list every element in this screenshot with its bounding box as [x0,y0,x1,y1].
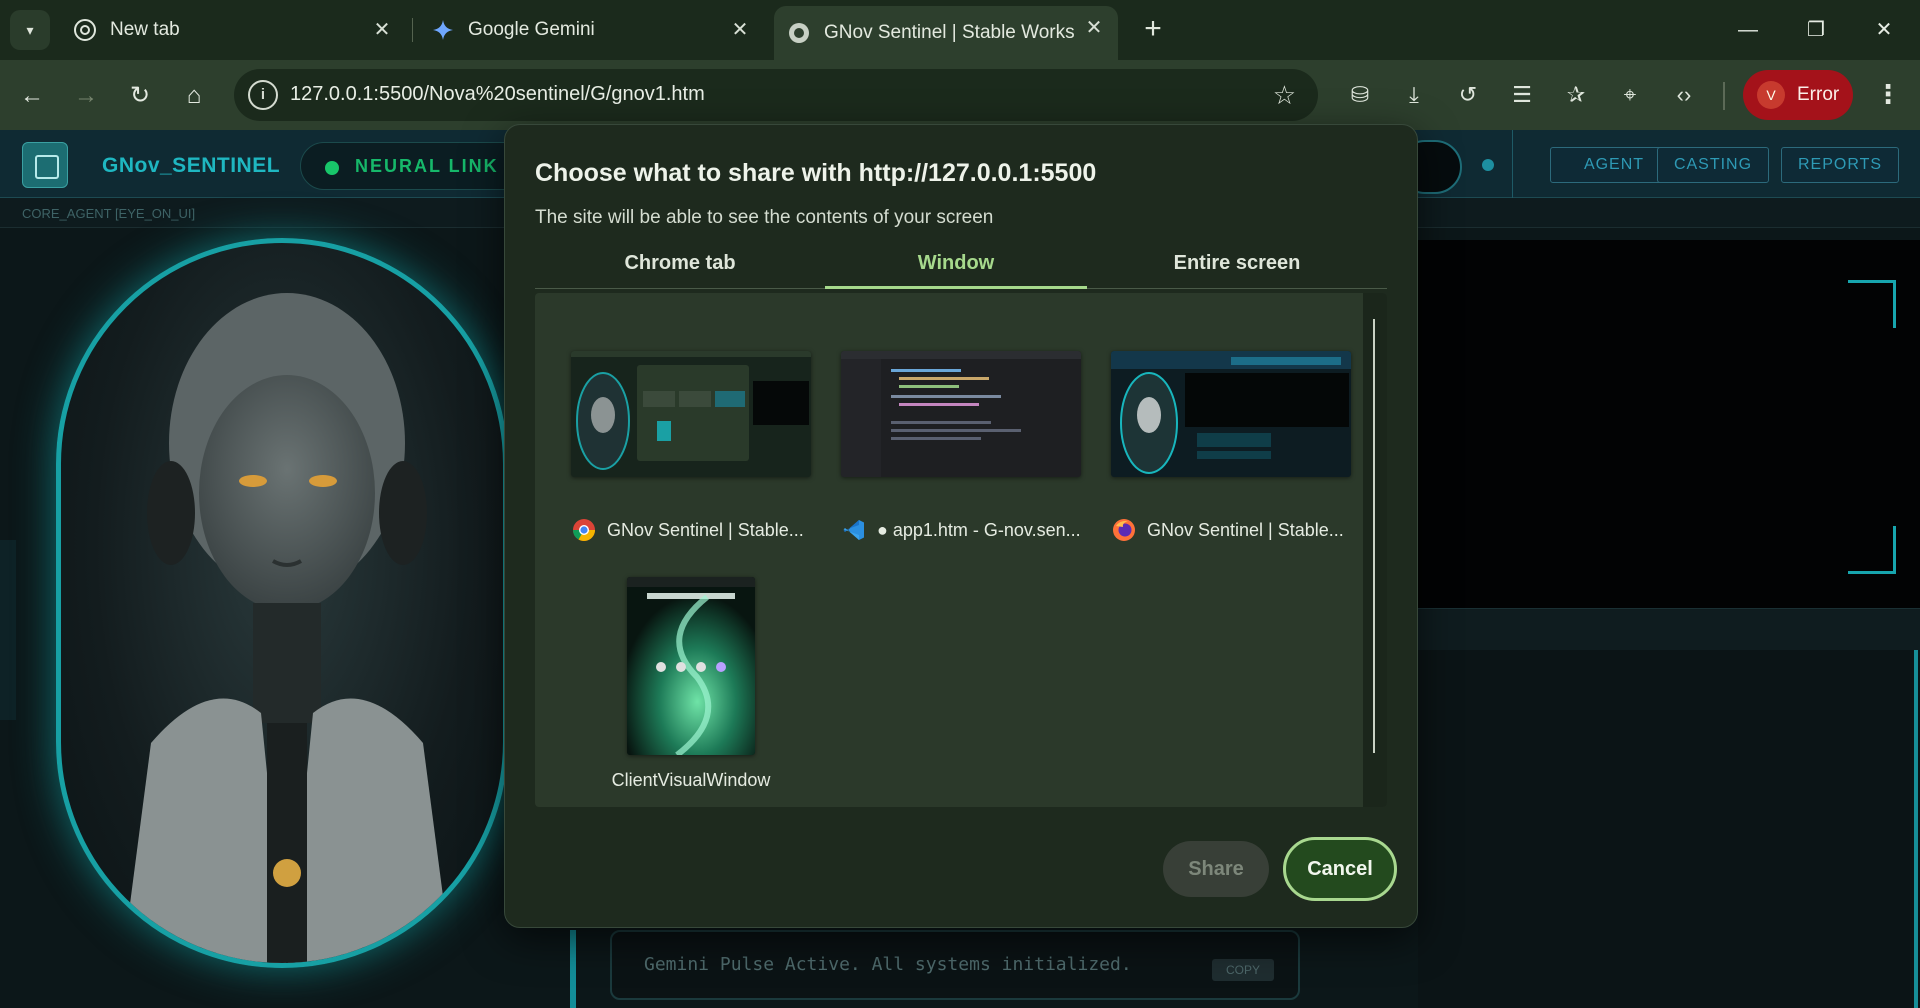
firefox-icon [1111,517,1137,543]
share-source-tabs: Chrome tab Window Entire screen [535,237,1387,289]
tab-search-button[interactable]: ▾ [10,10,50,50]
source-item-gnov-firefox[interactable]: GNov Sentinel | Stable... [1111,351,1351,551]
side-strip [0,540,16,720]
agent-portrait [56,238,508,968]
close-icon[interactable]: ✕ [1084,18,1104,38]
log-message: Gemini Pulse Active. All systems initial… [610,930,1300,1000]
neural-link-label: NEURAL LINK A [355,156,520,176]
reload-button[interactable]: ↻ [122,78,158,114]
download-icon[interactable]: ⤓ [1396,77,1432,113]
source-label: GNov Sentinel | Stable... [571,517,811,543]
share-button[interactable]: Share [1163,841,1269,897]
log-text: Gemini Pulse Active. All systems initial… [644,954,1132,975]
gemini-sparkle-icon [432,19,454,41]
new-tab-button[interactable]: + [1138,12,1168,48]
profile-label: Error [1797,84,1840,105]
reload-icon: ↻ [129,82,151,109]
dialog-subtitle: The site will be able to see the content… [535,207,994,228]
header-divider [1512,130,1513,198]
chrome-icon [571,517,597,543]
tab-google-gemini[interactable]: Google Gemini ✕ [418,8,764,52]
android-figure-image [122,293,452,963]
frame-corner-icon [1848,280,1896,328]
source-name: ClientVisualWindow [611,769,771,790]
window-source-list: GNov Sentinel | Stable... ● app1.htm - G… [535,293,1387,807]
address-bar[interactable]: i 127.0.0.1:5500/Nova%20sentinel/G/gnov1… [234,69,1318,121]
scrollbar-thumb[interactable] [1373,319,1375,753]
tab-chrome-tab[interactable]: Chrome tab [535,237,825,289]
source-name: ● app1.htm - G-nov.sen... [877,519,1081,540]
avatar: V [1757,81,1785,109]
tab-title: New tab [110,19,180,40]
site-info-icon[interactable]: i [248,80,278,110]
home-icon: ⌂ [186,82,202,109]
screen: ▾ New tab ✕ Google Gemini ✕ GNov Sentine… [0,0,1920,1008]
panel-header-bar [1418,608,1920,650]
source-item-client-visual[interactable]: ClientVisualWindow [571,577,811,791]
arrow-left-icon: ← [20,82,44,109]
back-button[interactable]: ← [14,78,50,114]
core-agent-label: CORE_AGENT [EYE_ON_UI] [22,206,196,221]
status-dot-icon [325,161,339,175]
transcript-panel [1418,650,1920,1008]
cancel-button[interactable]: Cancel [1283,837,1397,901]
tab-divider [412,18,413,42]
home-button[interactable]: ⌂ [176,78,212,114]
frame-corner-icon [1848,526,1896,574]
dialog-title: Choose what to share with http://127.0.0… [535,159,1097,187]
toolbar-divider [1723,82,1725,110]
incognito-icon[interactable]: ⛁ [1342,77,1378,113]
pulse-indicator-icon [1482,159,1494,171]
scrollbar-track[interactable] [1363,293,1387,807]
window-thumbnail [1111,351,1351,477]
window-thumbnail [841,351,1081,477]
source-label: GNov Sentinel | Stable... [1111,517,1351,543]
source-label: ● app1.htm - G-nov.sen... [841,517,1081,543]
tab-window[interactable]: Window [825,237,1087,289]
favorites-icon[interactable]: ✰ [1558,77,1594,113]
history-icon[interactable]: ↺ [1450,77,1486,113]
profile-button[interactable]: V Error [1743,70,1853,120]
source-item-vscode[interactable]: ● app1.htm - G-nov.sen... [841,351,1081,551]
nav-casting-button[interactable]: CASTING [1657,147,1769,183]
copy-button[interactable]: COPY [1212,959,1274,981]
chrome-icon [74,19,96,41]
log-accent-rail [570,930,576,1008]
close-icon[interactable]: ✕ [730,20,750,40]
app-title: GNov_SENTINEL [102,154,281,177]
tab-entire-screen[interactable]: Entire screen [1087,237,1387,289]
globe-icon [788,22,810,44]
code-icon[interactable]: ‹› [1666,77,1702,113]
chevron-down-icon: ▾ [26,21,34,38]
tab-strip: ▾ New tab ✕ Google Gemini ✕ GNov Sentine… [0,0,1920,60]
close-window-button[interactable]: ✕ [1864,12,1904,48]
url-text[interactable]: 127.0.0.1:5500/Nova%20sentinel/G/gnov1.h… [290,83,705,106]
forward-button[interactable]: → [68,78,104,114]
tab-new-tab[interactable]: New tab ✕ [60,8,406,52]
more-menu-icon[interactable]: ⋮ [1870,77,1906,113]
tab-title: Google Gemini [468,19,595,40]
source-label: ClientVisualWindow [571,767,811,793]
source-name: GNov Sentinel | Stable... [1147,519,1344,540]
arrow-right-icon: → [74,82,98,109]
app-logo-icon[interactable] [22,142,68,188]
window-thumbnail [627,577,755,755]
source-item-gnov-chrome[interactable]: GNov Sentinel | Stable... [571,351,811,551]
minimize-button[interactable]: — [1728,12,1768,48]
location-icon[interactable]: ⌖ [1612,77,1648,113]
restore-button[interactable]: ❐ [1796,12,1836,48]
tab-title: GNov Sentinel | Stable Workspa [824,22,1074,43]
source-name: GNov Sentinel | Stable... [607,519,804,540]
nav-reports-button[interactable]: REPORTS [1781,147,1899,183]
screen-share-dialog: Choose what to share with http://127.0.0… [504,124,1418,928]
reading-list-icon[interactable]: ☰ [1504,77,1540,113]
tab-gnov-sentinel[interactable]: GNov Sentinel | Stable Workspa ✕ [774,6,1118,60]
bookmark-star-icon[interactable]: ☆ [1273,80,1296,111]
panel-accent-rail [1914,650,1918,1008]
vscode-icon [841,517,867,543]
window-thumbnail [571,351,811,477]
close-icon[interactable]: ✕ [372,20,392,40]
browser-toolbar: ← → ↻ ⌂ i 127.0.0.1:5500/Nova%20sentinel… [0,60,1920,130]
